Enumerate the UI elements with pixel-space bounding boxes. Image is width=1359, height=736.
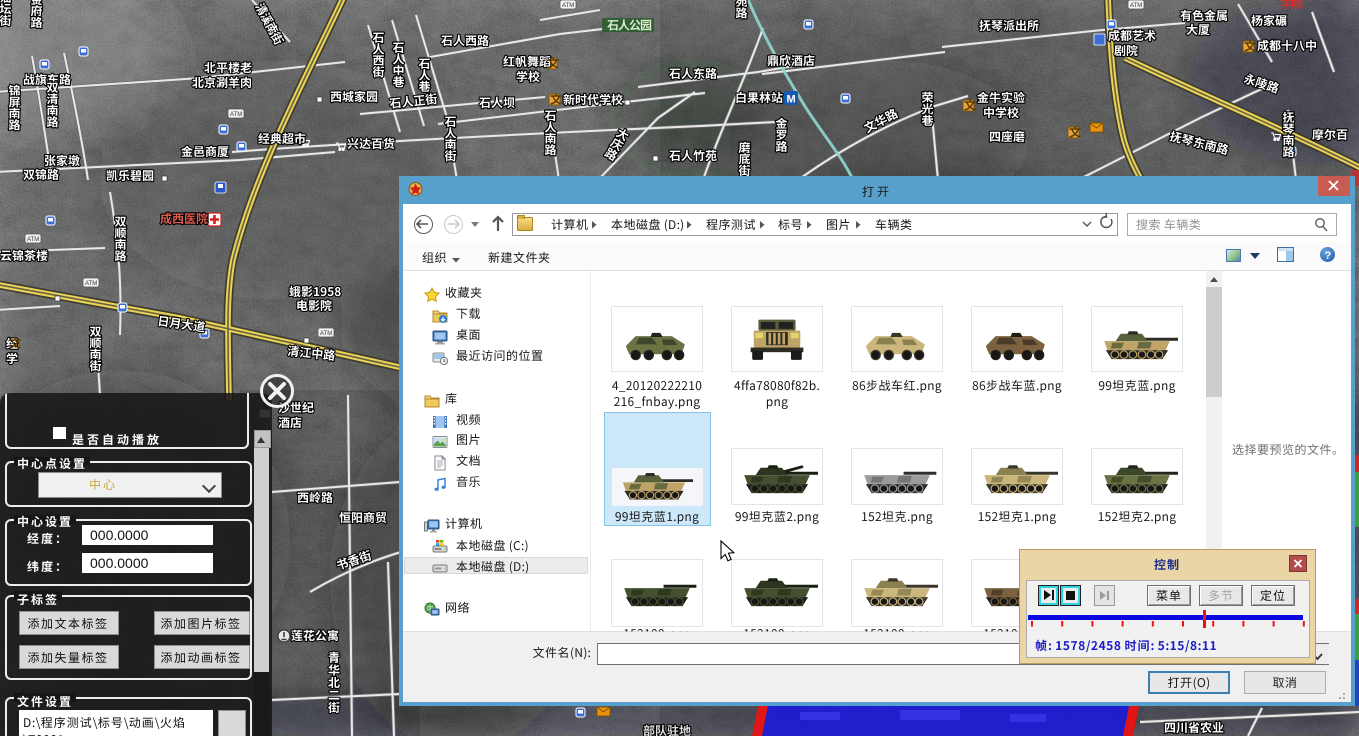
svg-text:ATM: ATM [320,331,332,337]
svg-text:ATM: ATM [230,112,242,118]
svg-text:ATM: ATM [1130,3,1142,9]
svg-text:ATM: ATM [27,237,39,243]
svg-text:ATM: ATM [85,281,97,287]
svg-text:M: M [787,94,796,106]
svg-text:ATM: ATM [562,3,574,9]
